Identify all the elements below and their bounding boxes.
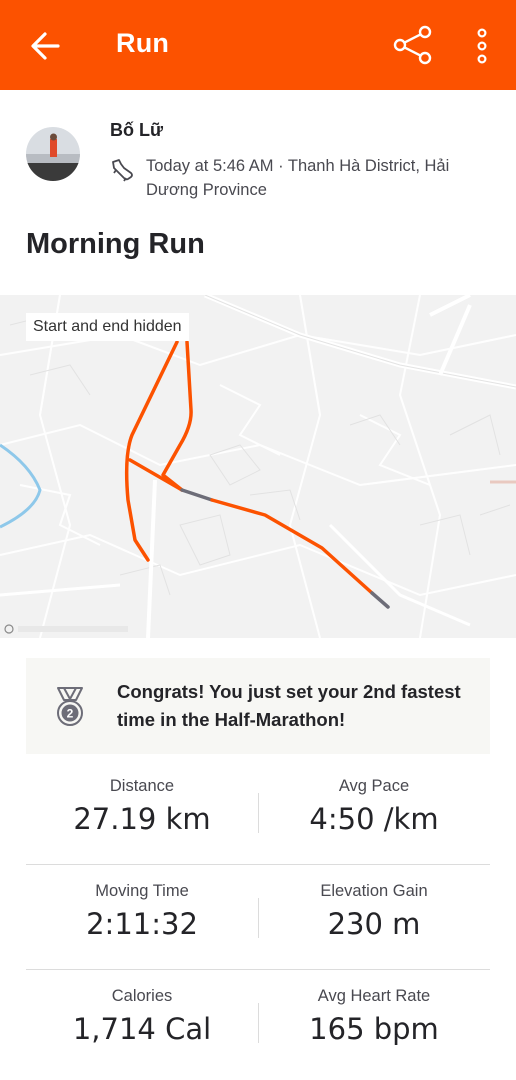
stat-label: Avg Pace [338,777,410,795]
stat-value: 2:11:32 [86,907,198,941]
stat-value: 1,714 Cal [72,1012,212,1046]
stat-label: Calories [111,987,173,1005]
stat-avg-heart-rate: Avg Heart Rate 165 bpm [258,970,490,1046]
stat-distance: Distance 27.19 km [26,760,258,836]
map-privacy-badge: Start and end hidden [26,313,189,341]
activity-date-location: Today at 5:46 AM · Thanh Hà District, Hả… [146,157,450,199]
arrow-left-icon[interactable] [30,28,62,64]
stat-avg-pace: Avg Pace 4:50 /km [258,760,490,836]
stat-label: Moving Time [95,882,189,900]
stat-label: Distance [109,777,175,795]
stat-label: Elevation Gain [320,882,428,900]
stat-label: Avg Heart Rate [317,987,431,1005]
stat-row: Calories 1,714 Cal Avg Heart Rate 165 bp… [26,970,490,1074]
athlete-name[interactable]: Bố Lữ [110,120,163,141]
stat-value: 27.19 km [73,802,211,836]
map-canvas [0,295,516,638]
shoe-icon [112,159,133,182]
stat-calories: Calories 1,714 Cal [26,970,258,1046]
stats-grid: Distance 27.19 km Avg Pace 4:50 /km Movi… [26,760,490,1074]
achievement-text: Congrats! You just set your 2nd fastest … [117,681,461,730]
stat-row: Moving Time 2:11:32 Elevation Gain 230 m [26,865,490,970]
share-icon[interactable] [392,24,434,66]
app-bar: Run [0,0,516,90]
more-vertical-icon[interactable] [470,26,494,66]
medal-icon: 2 [57,687,83,726]
stat-elevation-gain: Elevation Gain 230 m [258,865,490,941]
stat-value: 4:50 /km [309,802,439,836]
stat-value: 230 m [327,907,421,941]
page-title: Run [116,28,170,58]
activity-title: Morning Run [26,228,205,260]
medal-rank: 2 [67,707,74,721]
route-map[interactable] [0,295,516,638]
stat-moving-time: Moving Time 2:11:32 [26,865,258,941]
avatar[interactable] [26,127,80,181]
stat-value: 165 bpm [309,1012,439,1046]
stat-row: Distance 27.19 km Avg Pace 4:50 /km [26,760,490,865]
